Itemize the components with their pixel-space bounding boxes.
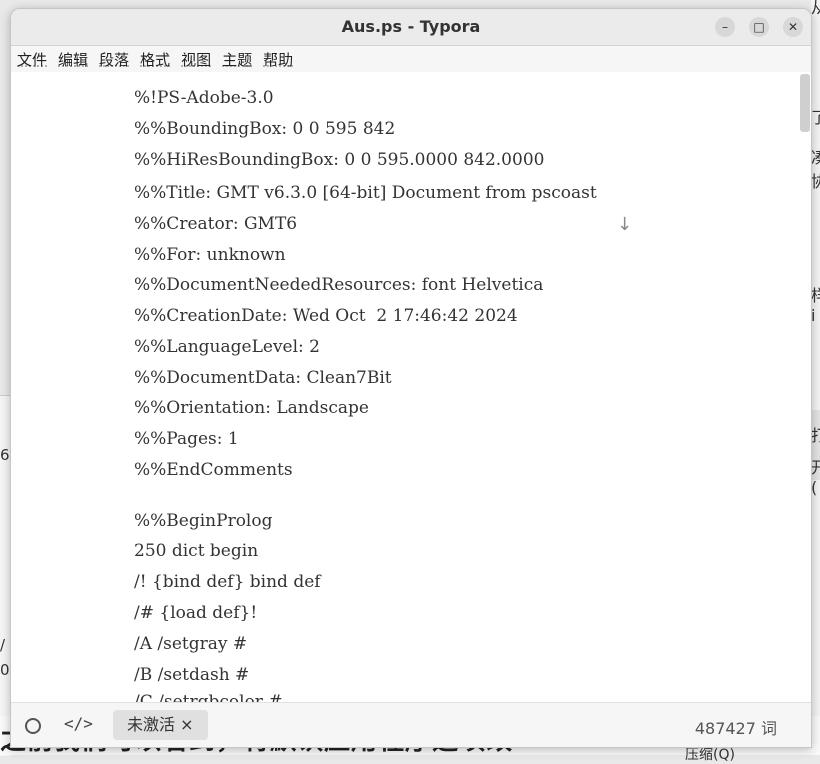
editor-area[interactable]: %!PS-Adobe-3.0 %%BoundingBox: 0 0 595 84… [11, 72, 811, 702]
arrow-down-icon: ↓ [617, 214, 633, 235]
document-line: /A /setgray # [134, 634, 248, 654]
menu-format[interactable]: 格式 [140, 49, 176, 70]
code-view-toggle[interactable]: </> [64, 714, 93, 733]
document-line: %%Creator: GMT6 [134, 214, 298, 234]
title-bar[interactable]: Aus.ps - Typora – □ ✕ [11, 9, 811, 46]
window-title: Aus.ps - Typora [341, 17, 481, 36]
document-line: %%HiResBoundingBox: 0 0 595.0000 842.000… [134, 150, 545, 170]
bg-right-fragment: 从程序 [811, 0, 820, 17]
maximize-button[interactable]: □ [749, 17, 769, 37]
scrollbar-thumb[interactable] [800, 74, 810, 132]
bg-left-fragment: 0 [0, 661, 10, 679]
background-selection: 打 开( [811, 410, 820, 497]
document-line: %%For: unknown [134, 245, 286, 265]
bg-right-fragment: 凑 [811, 148, 820, 167]
bg-right-fragment: 了 [811, 108, 820, 127]
background-window-right: 从程序 了 凑 协 样 i [811, 0, 820, 755]
menu-bar: 文件 编辑 段落 格式 视图 主题 帮助 [11, 46, 811, 73]
document-line: %%LanguageLevel: 2 [134, 337, 320, 357]
document-line: /B /setdash # [134, 665, 250, 685]
circle-icon[interactable] [25, 718, 41, 734]
document-line: %%Orientation: Landscape [134, 398, 369, 418]
menu-help[interactable]: 帮助 [263, 49, 299, 70]
document-line: %%EndComments [134, 460, 293, 480]
menu-edit[interactable]: 编辑 [58, 49, 94, 70]
activation-badge[interactable]: 未激活 × [113, 710, 208, 740]
menu-file[interactable]: 文件 [17, 49, 53, 70]
document-line: %%Pages: 1 [134, 429, 239, 449]
bg-right-fragment: 样 [811, 286, 820, 305]
document-line: /! {bind def} bind def [134, 572, 321, 592]
document-line: %%DocumentData: Clean7Bit [134, 368, 392, 388]
typora-window: Aus.ps - Typora – □ ✕ 文件 编辑 段落 格式 视图 主题 … [10, 8, 812, 748]
document-line: %!PS-Adobe-3.0 [134, 88, 274, 108]
bg-right-fragment: 开( [811, 458, 820, 497]
document-line: %%BoundingBox: 0 0 595 842 [134, 119, 396, 139]
document-line: /# {load def}! [134, 603, 258, 623]
menu-themes[interactable]: 主题 [222, 49, 258, 70]
document-line: /C /setrgbcolor # [134, 692, 283, 702]
word-count[interactable]: 487427 词 [695, 715, 777, 739]
status-bar: </> 未激活 × 487427 词 [11, 702, 811, 747]
minimize-button[interactable]: – [715, 17, 735, 37]
document-line: %%CreationDate: Wed Oct 2 17:46:42 2024 [134, 306, 518, 326]
close-button[interactable]: ✕ [783, 17, 803, 37]
document-line: %%Title: GMT v6.3.0 [64-bit] Document fr… [134, 183, 597, 203]
document-line: 250 dict begin [134, 541, 259, 561]
scrollbar[interactable] [799, 72, 811, 702]
bg-left-fragment: / [0, 636, 6, 654]
document-line: %%BeginProlog [134, 511, 273, 531]
bg-right-fragment: 打 [811, 426, 820, 445]
menu-view[interactable]: 视图 [181, 49, 217, 70]
menu-paragraph[interactable]: 段落 [99, 49, 135, 70]
bg-right-fragment: 协 [811, 172, 820, 191]
document-line: %%DocumentNeededResources: font Helvetic… [134, 275, 544, 295]
background-window-left: 6) / 0 [0, 395, 15, 756]
